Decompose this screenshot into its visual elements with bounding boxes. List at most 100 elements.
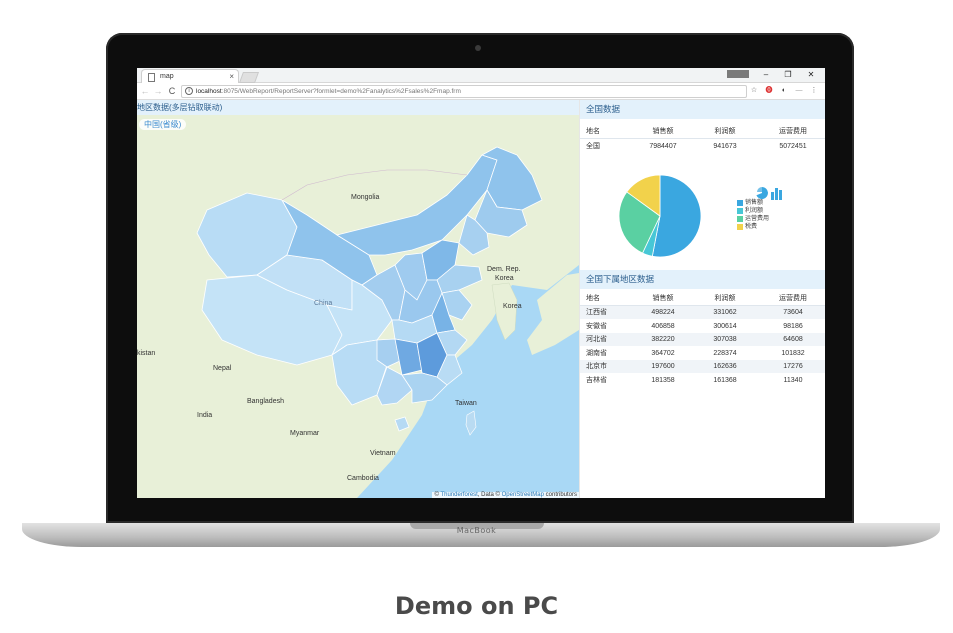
cell-opex: 64608 [783, 336, 803, 343]
col-header-name: 地名 [586, 128, 600, 135]
minimize-button[interactable]: – [756, 68, 776, 82]
label-china: China [314, 300, 333, 307]
bookmark-star-icon[interactable]: ☆ [749, 86, 759, 96]
table-row[interactable]: 吉林省 181358 161368 11340 [580, 374, 825, 387]
url-host: localhost [196, 88, 222, 95]
laptop-brand: MacBook [456, 526, 497, 535]
cell-name: 全国 [586, 143, 600, 150]
label-korea-north: Korea [495, 275, 514, 282]
label-mongolia: Mongolia [351, 194, 380, 201]
cell-profit: 307038 [713, 336, 737, 343]
col-header-opex: 运营费用 [779, 128, 807, 135]
table-row[interactable]: 江西省 498224 331062 73604 [580, 306, 825, 319]
label-dem-rep: Dem. Rep. [487, 266, 521, 273]
table-row[interactable]: 河北省 382220 307038 64608 [580, 333, 825, 346]
legend-swatch [737, 224, 743, 230]
cell-profit: 162636 [713, 363, 737, 370]
attribution-prefix: © [434, 492, 439, 498]
tab-close-button[interactable]: × [229, 70, 234, 83]
close-window-button[interactable]: ✕ [801, 68, 821, 82]
info-icon[interactable]: i [185, 87, 193, 96]
cell-profit: 331062 [713, 309, 737, 316]
national-table-row[interactable]: 全国 7984407 941673 5072451 [580, 140, 825, 153]
cell-opex: 98186 [783, 322, 803, 330]
attribution-link-osm[interactable]: OpenStreetMap [502, 492, 544, 498]
cell-name: 北京市 [586, 363, 607, 370]
cell-sales: 382220 [651, 336, 675, 343]
label-kistan: kistan [137, 350, 156, 357]
cell-name: 河北省 [586, 336, 607, 343]
legend-swatch [737, 216, 743, 222]
label-vietnam: Vietnam [370, 450, 396, 457]
regional-table-header: 地名 销售额 利润额 运营费用 [580, 292, 825, 306]
cell-opex: 101832 [781, 349, 805, 357]
webcam [475, 45, 481, 51]
drill-breadcrumb[interactable]: 中国(省级) [139, 119, 187, 130]
regional-header: 全国下属地区数据 [580, 270, 825, 289]
legend-label: 利润额 [745, 208, 764, 214]
label-cambodia: Cambodia [347, 475, 379, 482]
reload-button[interactable]: C [166, 84, 178, 98]
browser-tab[interactable]: map × [141, 69, 239, 83]
col-header-opex: 运营费用 [779, 295, 807, 302]
legend-swatch [737, 208, 743, 214]
cell-profit: 228374 [713, 349, 737, 357]
cell-profit: 300614 [713, 322, 737, 330]
col-header-sales: 销售额 [652, 295, 674, 302]
label-nepal: Nepal [213, 365, 232, 372]
cell-profit: 941673 [713, 143, 737, 150]
label-taiwan: Taiwan [455, 400, 477, 407]
map-panel-title: 地区数据(多层钻取联动) [137, 103, 223, 112]
back-button[interactable]: ← [139, 84, 151, 98]
screen: map × – ❐ ✕ ← → C i localhost:8075/WebRep… [137, 68, 825, 498]
attribution-link-thunderforest[interactable]: Thunderforest [440, 492, 477, 498]
cell-name: 吉林省 [586, 376, 607, 384]
cell-sales: 498224 [651, 309, 675, 316]
report-content: 地区数据(多层钻取联动) 中国(省级) Mongolia China Dem. … [137, 100, 825, 498]
cell-sales: 7984407 [649, 143, 677, 150]
url-input[interactable]: i localhost:8075/WebReport/ReportServer?f… [181, 85, 747, 98]
map-panel[interactable]: 地区数据(多层钻取联动) 中国(省级) Mongolia China Dem. … [137, 100, 579, 498]
cell-sales: 364702 [651, 349, 675, 357]
attribution-suffix: contributors [545, 492, 577, 498]
label-bangladesh: Bangladesh [247, 398, 284, 405]
map-panel-header: 地区数据(多层钻取联动) [137, 100, 579, 115]
col-header-profit: 利润额 [714, 128, 736, 135]
pinterest-icon[interactable]: ⓿ [764, 86, 774, 96]
table-row[interactable]: 安徽省 406858 300614 98186 [580, 320, 825, 333]
col-header-profit: 利润额 [714, 295, 736, 302]
url-path: :8075/WebReport/ReportServer?formlet=dem… [221, 88, 461, 95]
address-bar: ← → C i localhost:8075/WebReport/ReportSe… [137, 83, 825, 100]
profile-chip[interactable] [727, 70, 749, 78]
cell-sales: 181358 [651, 376, 675, 384]
legend-swatch [737, 200, 743, 206]
table-row[interactable]: 湖南省 364702 228374 101832 [580, 347, 825, 360]
cell-opex: 17276 [783, 363, 803, 370]
cell-opex: 5072451 [779, 143, 807, 150]
extension-dash-icon[interactable]: — [794, 86, 804, 96]
extension-icon[interactable]: ◐ [779, 86, 789, 96]
taiwan-island [465, 410, 477, 436]
data-panel: 全国数据 地名 销售额 利润额 运营费用 全国 7984407 941673 5… [579, 100, 825, 498]
table-row[interactable]: 北京市 197600 162636 17276 [580, 360, 825, 373]
cell-profit: 161368 [713, 376, 737, 384]
legend-label: 销售额 [745, 200, 764, 206]
cell-opex: 11340 [783, 376, 803, 384]
restore-button[interactable]: ❐ [778, 68, 798, 82]
attribution-middle: , Data © [477, 492, 500, 498]
menu-kebab-icon[interactable]: ⋮ [809, 86, 819, 96]
regional-title: 全国下属地区数据 [586, 274, 655, 284]
forward-button[interactable]: → [152, 84, 164, 98]
cell-sales: 406858 [651, 322, 675, 330]
col-header-name: 地名 [586, 295, 600, 302]
national-table-header: 地名 销售额 利润额 运营费用 [580, 125, 825, 139]
cell-sales: 197600 [651, 363, 675, 370]
map-attribution: © Thunderforest, Data © OpenStreetMap co… [432, 492, 579, 498]
national-pie-chart[interactable] [580, 166, 825, 270]
label-myanmar: Myanmar [290, 430, 320, 437]
legend-label: 运营费用 [745, 216, 770, 222]
caption: Demo on PC [394, 592, 559, 620]
browser-tab-bar: map × – ❐ ✕ [137, 68, 825, 83]
cell-name: 安徽省 [586, 322, 607, 330]
new-tab-button[interactable] [238, 72, 260, 83]
